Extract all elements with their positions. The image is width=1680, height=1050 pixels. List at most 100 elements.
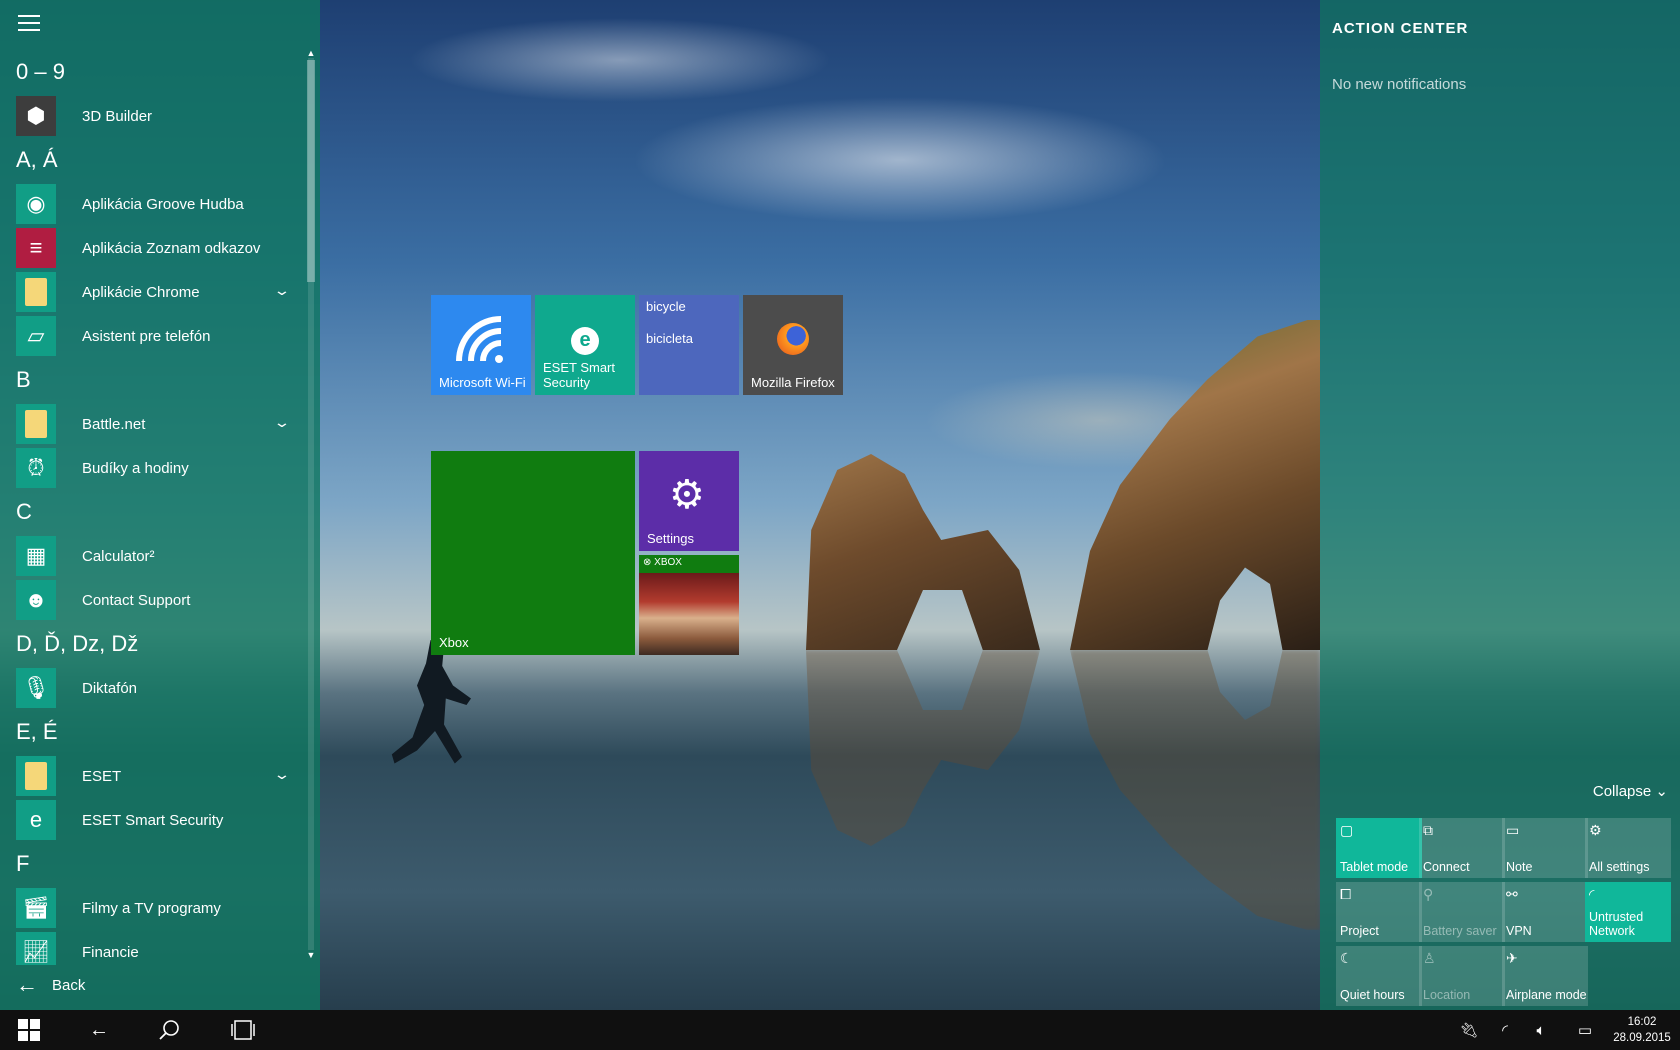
moon-icon: ☾ bbox=[1340, 950, 1353, 966]
rock-reflection-right bbox=[1070, 650, 1320, 930]
scroll-down-arrow[interactable]: ▼ bbox=[306, 950, 316, 960]
section-header[interactable]: C bbox=[0, 490, 306, 534]
quick-action-label: Untrusted Network bbox=[1589, 910, 1644, 938]
app-list-item[interactable]: 🎬︎ Filmy a TV programy bbox=[0, 886, 306, 930]
app-label: Filmy a TV programy bbox=[82, 899, 221, 917]
app-list-item[interactable]: ⏰︎ Budíky a hodiny bbox=[0, 446, 306, 490]
section-header[interactable]: B bbox=[0, 358, 306, 402]
tray-network-icon[interactable]: ◜ bbox=[1490, 1010, 1520, 1050]
section-header[interactable]: 0 – 9 bbox=[0, 50, 306, 94]
app-list-item[interactable]: ⬢ 3D Builder bbox=[0, 94, 306, 138]
tile-xbox-game[interactable]: ⊗ XBOX bbox=[639, 555, 739, 655]
app-list-item[interactable]: ☻ Contact Support bbox=[0, 578, 306, 622]
tile-settings[interactable]: ⚙ Settings bbox=[639, 451, 739, 551]
app-list-item[interactable]: ▱ Asistent pre telefón bbox=[0, 314, 306, 358]
voice-recorder-icon: 🎙︎ bbox=[16, 668, 56, 708]
location-icon: ♙ bbox=[1423, 950, 1436, 966]
section-header[interactable]: F bbox=[0, 842, 306, 886]
tray-power-icon[interactable]: 🔌︎ bbox=[1454, 1010, 1484, 1050]
firefox-icon bbox=[777, 323, 809, 355]
quick-action-note[interactable]: ▭ Note bbox=[1502, 818, 1588, 878]
app-label: Contact Support bbox=[82, 591, 191, 609]
taskbar: ← 🔌︎ ◜ 🔈︎ ▭ 16:02 28.09.2015 bbox=[0, 1010, 1680, 1050]
tile-microsoft-wifi[interactable]: Microsoft Wi-Fi bbox=[431, 295, 531, 395]
tile-xbox[interactable]: Xbox bbox=[431, 451, 635, 655]
hamburger-menu-button[interactable] bbox=[18, 15, 40, 31]
app-list-item[interactable]: ▦ Calculator² bbox=[0, 534, 306, 578]
app-list-item[interactable]: ◉ Aplikácia Groove Hudba bbox=[0, 182, 306, 226]
reading-list-icon: ≡ bbox=[16, 228, 56, 268]
app-label: Aplikácia Zoznam odkazov bbox=[82, 239, 261, 257]
taskbar-back-button[interactable]: ← bbox=[70, 1010, 128, 1050]
app-label: Calculator² bbox=[82, 547, 155, 565]
quick-action-airplane[interactable]: ✈ Airplane mode bbox=[1502, 946, 1588, 1006]
quick-action-battery-saver[interactable]: ⚲ Battery saver bbox=[1419, 882, 1505, 942]
quick-action-label: Airplane mode bbox=[1506, 988, 1587, 1002]
quick-action-moon[interactable]: ☾ Quiet hours bbox=[1336, 946, 1422, 1006]
app-list-item[interactable]: Aplikácie Chrome ⌄ bbox=[0, 270, 306, 314]
tile-translator[interactable]: bicycle bicicleta bbox=[639, 295, 739, 395]
quick-action-connect[interactable]: ⧉ Connect bbox=[1419, 818, 1505, 878]
arrow-left-icon: ← bbox=[16, 972, 38, 997]
project-icon: ⧠ bbox=[1340, 886, 1352, 902]
chevron-down-icon[interactable]: ⌄ bbox=[273, 766, 291, 783]
app-list-scrollbar[interactable]: ▲ ▼ bbox=[306, 48, 316, 960]
app-label: Financie bbox=[82, 943, 139, 961]
app-list-item[interactable]: 📈︎ Financie bbox=[0, 930, 306, 965]
clock-date: 28.09.2015 bbox=[1613, 1032, 1671, 1044]
tile-label: Settings bbox=[647, 531, 694, 546]
scroll-up-arrow[interactable]: ▲ bbox=[306, 48, 316, 58]
app-list-item[interactable]: ESET ⌄ bbox=[0, 754, 306, 798]
chevron-down-icon[interactable]: ⌄ bbox=[273, 282, 291, 299]
quick-action-project[interactable]: ⧠ Project bbox=[1336, 882, 1422, 942]
action-center-title: ACTION CENTER bbox=[1332, 20, 1469, 37]
quick-action-tablet-mode[interactable]: ▢ Tablet mode bbox=[1336, 818, 1422, 878]
scrollbar-thumb[interactable] bbox=[307, 60, 315, 282]
tile-label: Mozilla Firefox bbox=[751, 375, 835, 390]
settings-icon: ⚙ bbox=[1589, 822, 1602, 838]
task-view-button[interactable] bbox=[214, 1010, 272, 1050]
task-view-icon bbox=[231, 1020, 255, 1040]
app-list-item[interactable]: 🎙︎ Diktafón bbox=[0, 666, 306, 710]
xbox-logo-icon: ⊗ bbox=[643, 557, 652, 568]
arrow-left-icon: ← bbox=[89, 1018, 109, 1041]
quick-action-location[interactable]: ♙ Location bbox=[1419, 946, 1505, 1006]
app-list-item[interactable]: Battle.net ⌄ bbox=[0, 402, 306, 446]
clock[interactable]: 16:02 28.09.2015 bbox=[1612, 1014, 1672, 1046]
quick-action-vpn[interactable]: ⚯ VPN bbox=[1502, 882, 1588, 942]
chevron-down-icon[interactable]: ⌄ bbox=[273, 414, 291, 431]
section-header[interactable]: E, É bbox=[0, 710, 306, 754]
eset-icon: e bbox=[16, 800, 56, 840]
quick-action-label: Project bbox=[1340, 924, 1379, 938]
app-label: Asistent pre telefón bbox=[82, 327, 211, 345]
tile-label: Xbox bbox=[439, 635, 469, 650]
quick-action-settings[interactable]: ⚙ All settings bbox=[1585, 818, 1671, 878]
section-header[interactable]: A, Á bbox=[0, 138, 306, 182]
app-label: Aplikácia Groove Hudba bbox=[82, 195, 244, 213]
tile-mozilla-firefox[interactable]: Mozilla Firefox bbox=[743, 295, 843, 395]
app-label: Diktafón bbox=[82, 679, 138, 697]
tile-label-line2: Security bbox=[543, 375, 590, 390]
folder-icon bbox=[16, 404, 56, 444]
tile-label: Microsoft Wi-Fi bbox=[439, 375, 526, 390]
search-button[interactable] bbox=[140, 1010, 198, 1050]
app-list-item[interactable]: e ESET Smart Security bbox=[0, 798, 306, 842]
back-button[interactable]: ← Back bbox=[16, 972, 85, 998]
quick-action-label: Connect bbox=[1423, 860, 1470, 874]
tile-label-line1: ESET Smart bbox=[543, 360, 616, 375]
groove-music-icon: ◉ bbox=[16, 184, 56, 224]
connect-icon: ⧉ bbox=[1423, 822, 1433, 838]
section-header[interactable]: D, Ď, Dz, Dž bbox=[0, 622, 306, 666]
app-list-item[interactable]: ≡ Aplikácia Zoznam odkazov bbox=[0, 226, 306, 270]
app-list[interactable]: 0 – 9 ⬢ 3D Builder A, Á ◉ Aplikácia Groove Hu… bbox=[0, 50, 306, 965]
start-button[interactable] bbox=[0, 1010, 58, 1050]
collapse-button[interactable]: Collapse ⌄ bbox=[1593, 782, 1668, 800]
folder-icon bbox=[16, 756, 56, 796]
tile-eset-smart-security[interactable]: e ESET Smart Security bbox=[535, 295, 635, 395]
chevron-down-icon: ⌄ bbox=[1655, 783, 1668, 800]
tray-volume-icon[interactable]: 🔈︎ bbox=[1526, 1010, 1556, 1050]
no-notifications-text: No new notifications bbox=[1332, 76, 1467, 93]
quick-action-network[interactable]: ◜ Untrusted Network bbox=[1585, 882, 1671, 942]
contact-support-icon: ☻ bbox=[16, 580, 56, 620]
action-center-icon[interactable]: ▭ bbox=[1570, 1010, 1600, 1050]
